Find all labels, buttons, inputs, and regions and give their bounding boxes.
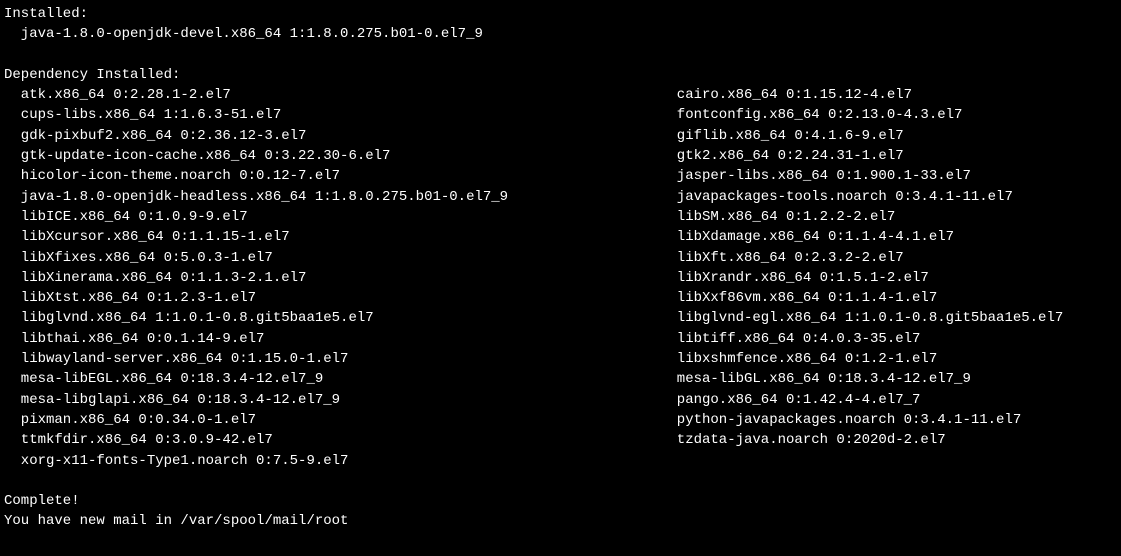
dependency-item: cairo.x86_64 0:1.15.12-4.el7 [660,85,1117,105]
dependency-item: pixman.x86_64 0:0.34.0-1.el7 [4,410,660,430]
complete-status: Complete! [4,491,1117,511]
dependency-item: libICE.x86_64 0:1.0.9-9.el7 [4,207,660,227]
dependency-item: mesa-libGL.x86_64 0:18.3.4-12.el7_9 [660,369,1117,389]
dependency-item: gdk-pixbuf2.x86_64 0:2.36.12-3.el7 [4,126,660,146]
dependency-item: mesa-libEGL.x86_64 0:18.3.4-12.el7_9 [4,369,660,389]
dependency-column-left: atk.x86_64 0:2.28.1-2.el7 cups-libs.x86_… [4,85,660,471]
dependency-item: mesa-libglapi.x86_64 0:18.3.4-12.el7_9 [4,390,660,410]
mail-notification: You have new mail in /var/spool/mail/roo… [4,511,1117,531]
dependency-item: atk.x86_64 0:2.28.1-2.el7 [4,85,660,105]
dependency-item: libxshmfence.x86_64 0:1.2-1.el7 [660,349,1117,369]
dependency-item: libXrandr.x86_64 0:1.5.1-2.el7 [660,268,1117,288]
dependency-item: ttmkfdir.x86_64 0:3.0.9-42.el7 [4,430,660,450]
dependency-item: giflib.x86_64 0:4.1.6-9.el7 [660,126,1117,146]
dependency-item: pango.x86_64 0:1.42.4-4.el7_7 [660,390,1117,410]
dependency-item: libwayland-server.x86_64 0:1.15.0-1.el7 [4,349,660,369]
dependency-column-right: cairo.x86_64 0:1.15.12-4.el7 fontconfig.… [660,85,1117,471]
installed-package: java-1.8.0-openjdk-devel.x86_64 1:1.8.0.… [4,24,1117,44]
dependency-item: libthai.x86_64 0:0.1.14-9.el7 [4,329,660,349]
dependency-item: javapackages-tools.noarch 0:3.4.1-11.el7 [660,187,1117,207]
dependency-item: libXfixes.x86_64 0:5.0.3-1.el7 [4,248,660,268]
dependency-item: fontconfig.x86_64 0:2.13.0-4.3.el7 [660,105,1117,125]
blank-line [4,45,1117,65]
dependency-item: cups-libs.x86_64 1:1.6.3-51.el7 [4,105,660,125]
dependency-item: libXft.x86_64 0:2.3.2-2.el7 [660,248,1117,268]
installed-header: Installed: [4,4,1117,24]
dependency-item: libglvnd-egl.x86_64 1:1.0.1-0.8.git5baa1… [660,308,1117,328]
dependency-item: libXdamage.x86_64 0:1.1.4-4.1.el7 [660,227,1117,247]
dependency-item: libXcursor.x86_64 0:1.1.15-1.el7 [4,227,660,247]
dependency-item: libtiff.x86_64 0:4.0.3-35.el7 [660,329,1117,349]
dependency-item: libXxf86vm.x86_64 0:1.1.4-1.el7 [660,288,1117,308]
dependency-item: tzdata-java.noarch 0:2020d-2.el7 [660,430,1117,450]
dependency-item: python-javapackages.noarch 0:3.4.1-11.el… [660,410,1117,430]
dependency-item: libglvnd.x86_64 1:1.0.1-0.8.git5baa1e5.e… [4,308,660,328]
blank-line [4,471,1117,491]
dependency-item: hicolor-icon-theme.noarch 0:0.12-7.el7 [4,166,660,186]
dependency-item: java-1.8.0-openjdk-headless.x86_64 1:1.8… [4,187,660,207]
dependency-item: libSM.x86_64 0:1.2.2-2.el7 [660,207,1117,227]
dependency-item: xorg-x11-fonts-Type1.noarch 0:7.5-9.el7 [4,451,660,471]
dependency-list: atk.x86_64 0:2.28.1-2.el7 cups-libs.x86_… [4,85,1117,471]
dependency-item: libXinerama.x86_64 0:1.1.3-2.1.el7 [4,268,660,288]
dependency-header: Dependency Installed: [4,65,1117,85]
dependency-item: gtk-update-icon-cache.x86_64 0:3.22.30-6… [4,146,660,166]
dependency-item: gtk2.x86_64 0:2.24.31-1.el7 [660,146,1117,166]
dependency-item: libXtst.x86_64 0:1.2.3-1.el7 [4,288,660,308]
dependency-item: jasper-libs.x86_64 0:1.900.1-33.el7 [660,166,1117,186]
